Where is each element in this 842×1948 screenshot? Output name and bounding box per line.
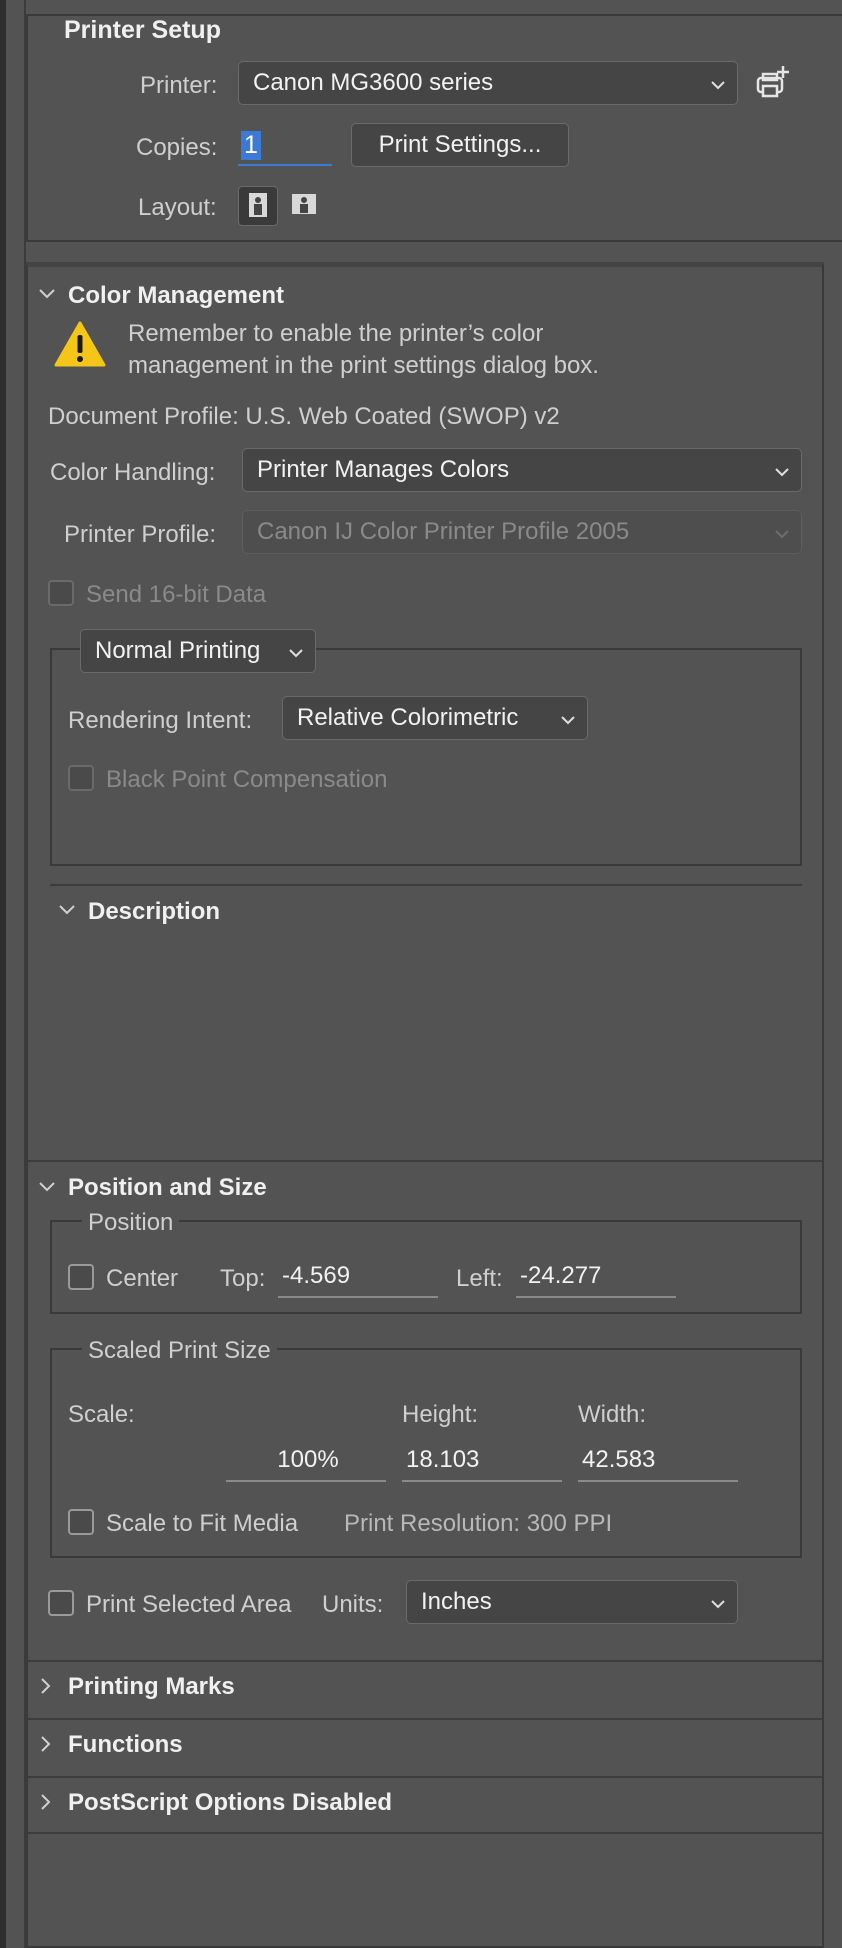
scale-value: 100% — [277, 1446, 339, 1473]
print-selected-area-checkbox[interactable] — [48, 1590, 74, 1616]
portrait-layout-button[interactable] — [238, 186, 278, 226]
scale-to-fit-label: Scale to Fit Media — [106, 1510, 299, 1537]
add-printer-icon[interactable] — [754, 64, 794, 105]
printer-profile-value: Canon IJ Color Printer Profile 2005 — [257, 518, 630, 545]
printing-marks-chevron-icon[interactable] — [40, 1677, 52, 1700]
units-value: Inches — [421, 1588, 492, 1615]
printer-setup-title: Printer Setup — [64, 16, 221, 44]
scaled-group-title: Scaled Print Size — [82, 1337, 277, 1365]
width-field[interactable]: 42.583 — [578, 1446, 738, 1482]
center-label: Center — [106, 1265, 179, 1292]
position-size-separator — [28, 1160, 822, 1162]
description-title[interactable]: Description — [88, 898, 220, 926]
printer-profile-label: Printer Profile: — [64, 521, 217, 548]
copies-value: 1 — [241, 131, 261, 160]
portrait-layout-icon — [249, 193, 267, 217]
warning-icon — [54, 320, 106, 373]
left-window-edge — [0, 0, 6, 1948]
printer-select[interactable]: Canon MG3600 series — [238, 61, 738, 105]
functions-separator — [28, 1718, 822, 1720]
left-label: Left: — [456, 1265, 503, 1292]
postscript-chevron-icon[interactable] — [40, 1793, 52, 1816]
printing-marks-separator — [28, 1660, 822, 1662]
center-checkbox[interactable] — [68, 1264, 94, 1290]
description-separator — [50, 884, 802, 886]
color-management-title[interactable]: Color Management — [68, 282, 284, 310]
document-profile: Document Profile: U.S. Web Coated (SWOP)… — [48, 403, 560, 430]
color-handling-label: Color Handling: — [50, 459, 216, 486]
rendering-intent-label: Rendering Intent: — [68, 707, 253, 734]
left-field[interactable]: -24.277 — [516, 1262, 676, 1298]
chevron-down-icon — [775, 518, 789, 546]
chevron-down-icon — [289, 637, 303, 665]
landscape-layout-icon — [292, 194, 316, 214]
print-resolution: Print Resolution: 300 PPI — [344, 1510, 613, 1537]
position-size-chevron-icon[interactable] — [38, 1180, 56, 1198]
send-16bit-label: Send 16-bit Data — [86, 581, 267, 608]
top-field[interactable]: -4.569 — [278, 1262, 438, 1298]
chevron-down-icon — [711, 69, 725, 97]
send-16bit-checkbox[interactable] — [48, 580, 74, 606]
scale-label: Scale: — [68, 1401, 135, 1428]
description-chevron-icon[interactable] — [58, 903, 76, 921]
height-field[interactable]: 18.103 — [402, 1446, 562, 1482]
warning-line-2: management in the print settings dialog … — [128, 352, 599, 379]
units-select[interactable]: Inches — [406, 1580, 738, 1624]
functions-title[interactable]: Functions — [68, 1731, 183, 1759]
color-handling-select[interactable]: Printer Manages Colors — [242, 448, 802, 492]
position-size-title[interactable]: Position and Size — [68, 1174, 267, 1202]
postscript-title[interactable]: PostScript Options Disabled — [68, 1789, 392, 1817]
printing-marks-title[interactable]: Printing Marks — [68, 1673, 235, 1701]
color-handling-value: Printer Manages Colors — [257, 456, 510, 483]
layout-label: Layout: — [138, 194, 217, 221]
copies-label: Copies: — [136, 134, 218, 161]
position-group-title: Position — [82, 1209, 180, 1237]
scale-to-fit-checkbox[interactable] — [68, 1509, 94, 1535]
black-point-label: Black Point Compensation — [106, 766, 388, 793]
copies-field[interactable]: 1 — [238, 128, 332, 166]
landscape-layout-button[interactable] — [284, 186, 324, 226]
printing-mode-value: Normal Printing — [95, 637, 261, 664]
warning-line-1: Remember to enable the printer’s color — [128, 320, 544, 347]
bottom-separator — [28, 1832, 822, 1834]
functions-chevron-icon[interactable] — [40, 1735, 52, 1758]
printer-select-value: Canon MG3600 series — [253, 69, 494, 96]
print-settings-button[interactable]: Print Settings... — [351, 123, 569, 167]
units-label: Units: — [322, 1591, 384, 1618]
printer-label: Printer: — [140, 72, 218, 99]
printer-profile-select[interactable]: Canon IJ Color Printer Profile 2005 — [242, 510, 802, 554]
chevron-down-icon — [775, 456, 789, 484]
width-label: Width: — [578, 1401, 647, 1428]
printing-mode-select[interactable]: Normal Printing — [80, 629, 316, 673]
chevron-down-icon — [561, 704, 575, 732]
postscript-separator — [28, 1776, 822, 1778]
rendering-intent-value: Relative Colorimetric — [297, 704, 519, 731]
color-management-chevron-icon[interactable] — [38, 287, 56, 305]
top-label: Top: — [220, 1265, 266, 1292]
print-selected-area-label: Print Selected Area — [86, 1591, 292, 1618]
black-point-checkbox[interactable] — [68, 765, 94, 791]
chevron-down-icon — [711, 1588, 725, 1616]
printing-mode-group — [50, 648, 802, 866]
rendering-intent-select[interactable]: Relative Colorimetric — [282, 696, 588, 740]
height-label: Height: — [402, 1401, 479, 1428]
scale-field[interactable]: 100% — [226, 1446, 386, 1482]
